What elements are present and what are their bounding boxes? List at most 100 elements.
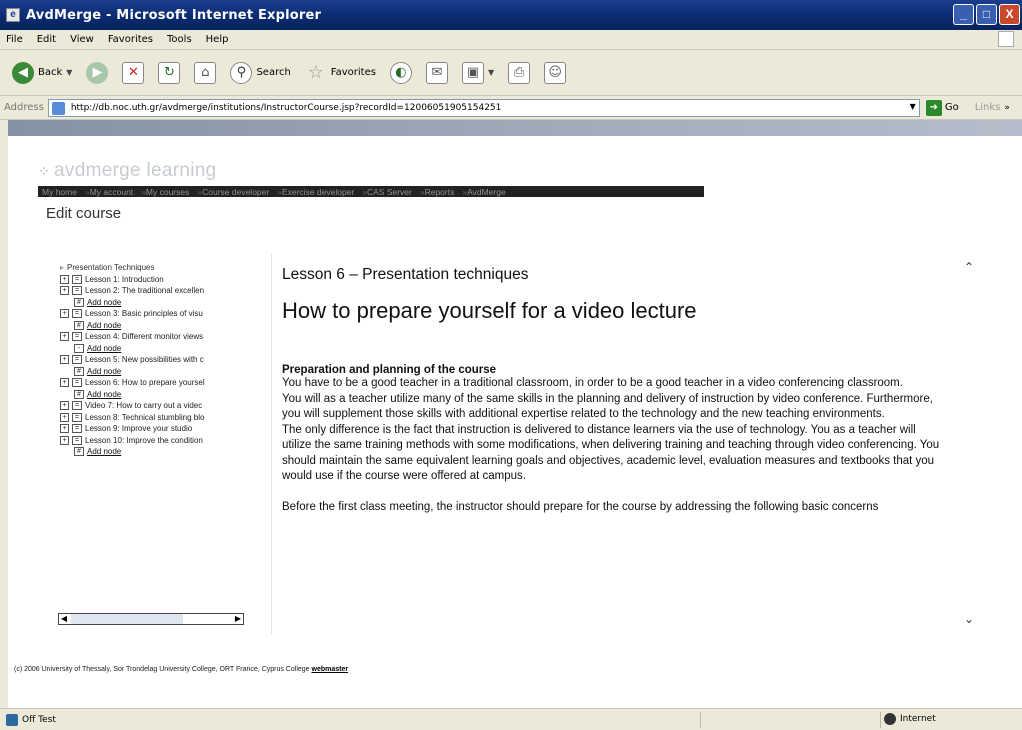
paragraph: You will as a teacher utilize many of th…: [282, 392, 933, 421]
menu-view[interactable]: View: [70, 34, 94, 45]
nav-avdmerge[interactable]: AvdMerge: [458, 187, 509, 197]
links-chevron-icon[interactable]: »: [1004, 103, 1010, 113]
add-node-link[interactable]: Add node: [87, 297, 121, 309]
toolbar: ◀ Back ▼ ▶ ✕ ↻ ⌂ ⚲ Search ☆ Favorites ◐ …: [0, 50, 1022, 96]
close-button[interactable]: X: [999, 4, 1020, 25]
maximize-button[interactable]: □: [976, 4, 997, 25]
back-arrow-icon: ◀: [12, 61, 34, 84]
expand-icon[interactable]: +: [60, 401, 69, 411]
messenger-icon: ☺: [544, 61, 567, 84]
add-node-link[interactable]: Add node: [87, 343, 121, 355]
lesson-content: Lesson 6 – Presentation techniques How t…: [282, 266, 942, 516]
tree-root[interactable]: ▸ Presentation Techniques: [60, 262, 270, 274]
node-icon: #: [74, 320, 84, 330]
tree-item[interactable]: + = Lesson 3: Basic principles of visu: [60, 308, 270, 320]
add-node-row[interactable]: # Add node: [74, 297, 270, 309]
expand-icon[interactable]: +: [60, 378, 69, 388]
paragraph: Before the first class meeting, the inst…: [282, 501, 879, 513]
search-button[interactable]: ⚲ Search: [226, 58, 294, 88]
menu-help[interactable]: Help: [206, 34, 229, 45]
nav-reports[interactable]: Reports: [416, 187, 459, 197]
scroll-right-arrow-icon[interactable]: ▶: [233, 614, 243, 624]
add-node-row[interactable]: # Add node: [74, 320, 270, 332]
messenger-button[interactable]: ☺: [540, 58, 570, 88]
browser-window: e AvdMerge - Microsoft Internet Explorer…: [0, 0, 1022, 730]
add-node-row[interactable]: - Add node: [74, 343, 270, 355]
nav-cas-server[interactable]: CAS Server: [358, 187, 416, 197]
expand-icon[interactable]: +: [60, 435, 69, 445]
expand-icon[interactable]: +: [60, 412, 69, 422]
tree-item[interactable]: + = Lesson 4: Different monitor views: [60, 331, 270, 343]
nav-my-home[interactable]: My home: [38, 187, 81, 197]
window-controls: _ □ X: [953, 4, 1020, 25]
expand-icon[interactable]: +: [60, 274, 69, 284]
expand-icon[interactable]: +: [60, 424, 69, 434]
print-button[interactable]: ⎙: [504, 58, 534, 88]
scroll-left-arrow-icon[interactable]: ◀: [59, 614, 69, 624]
tree-item-label: Lesson 4: Different monitor views: [85, 332, 204, 341]
tree-item[interactable]: + = Lesson 8: Technical stumbling blo: [60, 412, 270, 424]
menu-tools[interactable]: Tools: [167, 34, 192, 45]
links-label[interactable]: Links: [975, 102, 1001, 113]
page-footer: (c) 2006 University of Thessaly, Sor Tro…: [14, 666, 348, 673]
add-node-row[interactable]: # Add node: [74, 446, 270, 458]
go-button[interactable]: ➜ Go: [925, 99, 959, 116]
stop-button[interactable]: ✕: [118, 58, 148, 88]
scroll-thumb[interactable]: [71, 614, 183, 624]
paragraph: The only difference is the fact that ins…: [282, 423, 940, 483]
expand-icon[interactable]: +: [60, 332, 69, 342]
webmaster-link[interactable]: webmaster: [312, 666, 349, 673]
status-separator: [880, 712, 881, 728]
home-button[interactable]: ⌂: [190, 58, 220, 88]
tree-item[interactable]: + = Lesson 1: Introduction: [60, 274, 270, 286]
history-button[interactable]: ✉: [422, 58, 452, 88]
add-node-link[interactable]: Add node: [87, 320, 121, 332]
nav-exercise-developer[interactable]: Exercise developer: [273, 187, 358, 197]
footer-text: (c) 2006 University of Thessaly, Sor Tro…: [14, 666, 310, 673]
tree-horizontal-scrollbar[interactable]: ◀ ▶: [58, 613, 244, 625]
nav-course-developer[interactable]: Course developer: [193, 187, 273, 197]
node-icon: =: [72, 435, 82, 445]
expand-icon[interactable]: +: [60, 286, 69, 296]
node-icon: =: [72, 378, 82, 388]
menu-bar: File Edit View Favorites Tools Help: [0, 30, 1022, 50]
tree-item[interactable]: + = Lesson 2: The traditional excellen: [60, 285, 270, 297]
node-icon: =: [72, 401, 82, 411]
expand-icon[interactable]: +: [60, 309, 69, 319]
menu-file[interactable]: File: [6, 34, 23, 45]
tree-item[interactable]: + = Lesson 5: New possibilities with c: [60, 354, 270, 366]
node-icon: =: [72, 309, 82, 319]
scroll-up-icon[interactable]: ⌃: [964, 260, 974, 274]
status-separator: [700, 712, 701, 728]
tree-item[interactable]: + = Lesson 9: Improve your studio: [60, 423, 270, 435]
add-node-link[interactable]: Add node: [87, 389, 121, 401]
favorites-button[interactable]: ☆ Favorites: [301, 58, 380, 88]
media-icon: ◐: [389, 61, 412, 84]
minimize-button[interactable]: _: [953, 4, 974, 25]
media-button[interactable]: ◐: [386, 58, 416, 88]
back-label: Back: [38, 67, 63, 78]
tree-item[interactable]: + = Lesson 10: Improve the condition: [60, 435, 270, 447]
node-icon: =: [72, 286, 82, 296]
back-button[interactable]: ◀ Back ▼: [8, 58, 76, 88]
add-node-link[interactable]: Add node: [87, 366, 121, 378]
address-input[interactable]: http://db.noc.uth.gr/avdmerge/institutio…: [47, 98, 920, 117]
menu-edit[interactable]: Edit: [37, 34, 56, 45]
star-icon: ☆: [307, 62, 324, 83]
tree-root-label: Presentation Techniques: [67, 263, 155, 272]
nav-my-account[interactable]: My account: [81, 187, 137, 197]
mail-button[interactable]: ▣ ▼: [458, 58, 498, 88]
forward-button[interactable]: ▶: [82, 58, 112, 88]
refresh-button[interactable]: ↻: [154, 58, 184, 88]
nav-my-courses[interactable]: My courses: [137, 187, 193, 197]
add-node-row[interactable]: # Add node: [74, 389, 270, 401]
scroll-down-icon[interactable]: ⌄: [964, 612, 974, 626]
mail-dropdown-icon: ▼: [487, 68, 495, 77]
menu-favorites[interactable]: Favorites: [108, 34, 153, 45]
expand-icon[interactable]: +: [60, 355, 69, 365]
add-node-row[interactable]: # Add node: [74, 366, 270, 378]
tree-item[interactable]: + = Video 7: How to carry out a videc: [60, 400, 270, 412]
tree-item[interactable]: + = Lesson 6: How to prepare yoursel: [60, 377, 270, 389]
add-node-link[interactable]: Add node: [87, 446, 121, 458]
address-dropdown-icon[interactable]: ▼: [910, 102, 916, 111]
